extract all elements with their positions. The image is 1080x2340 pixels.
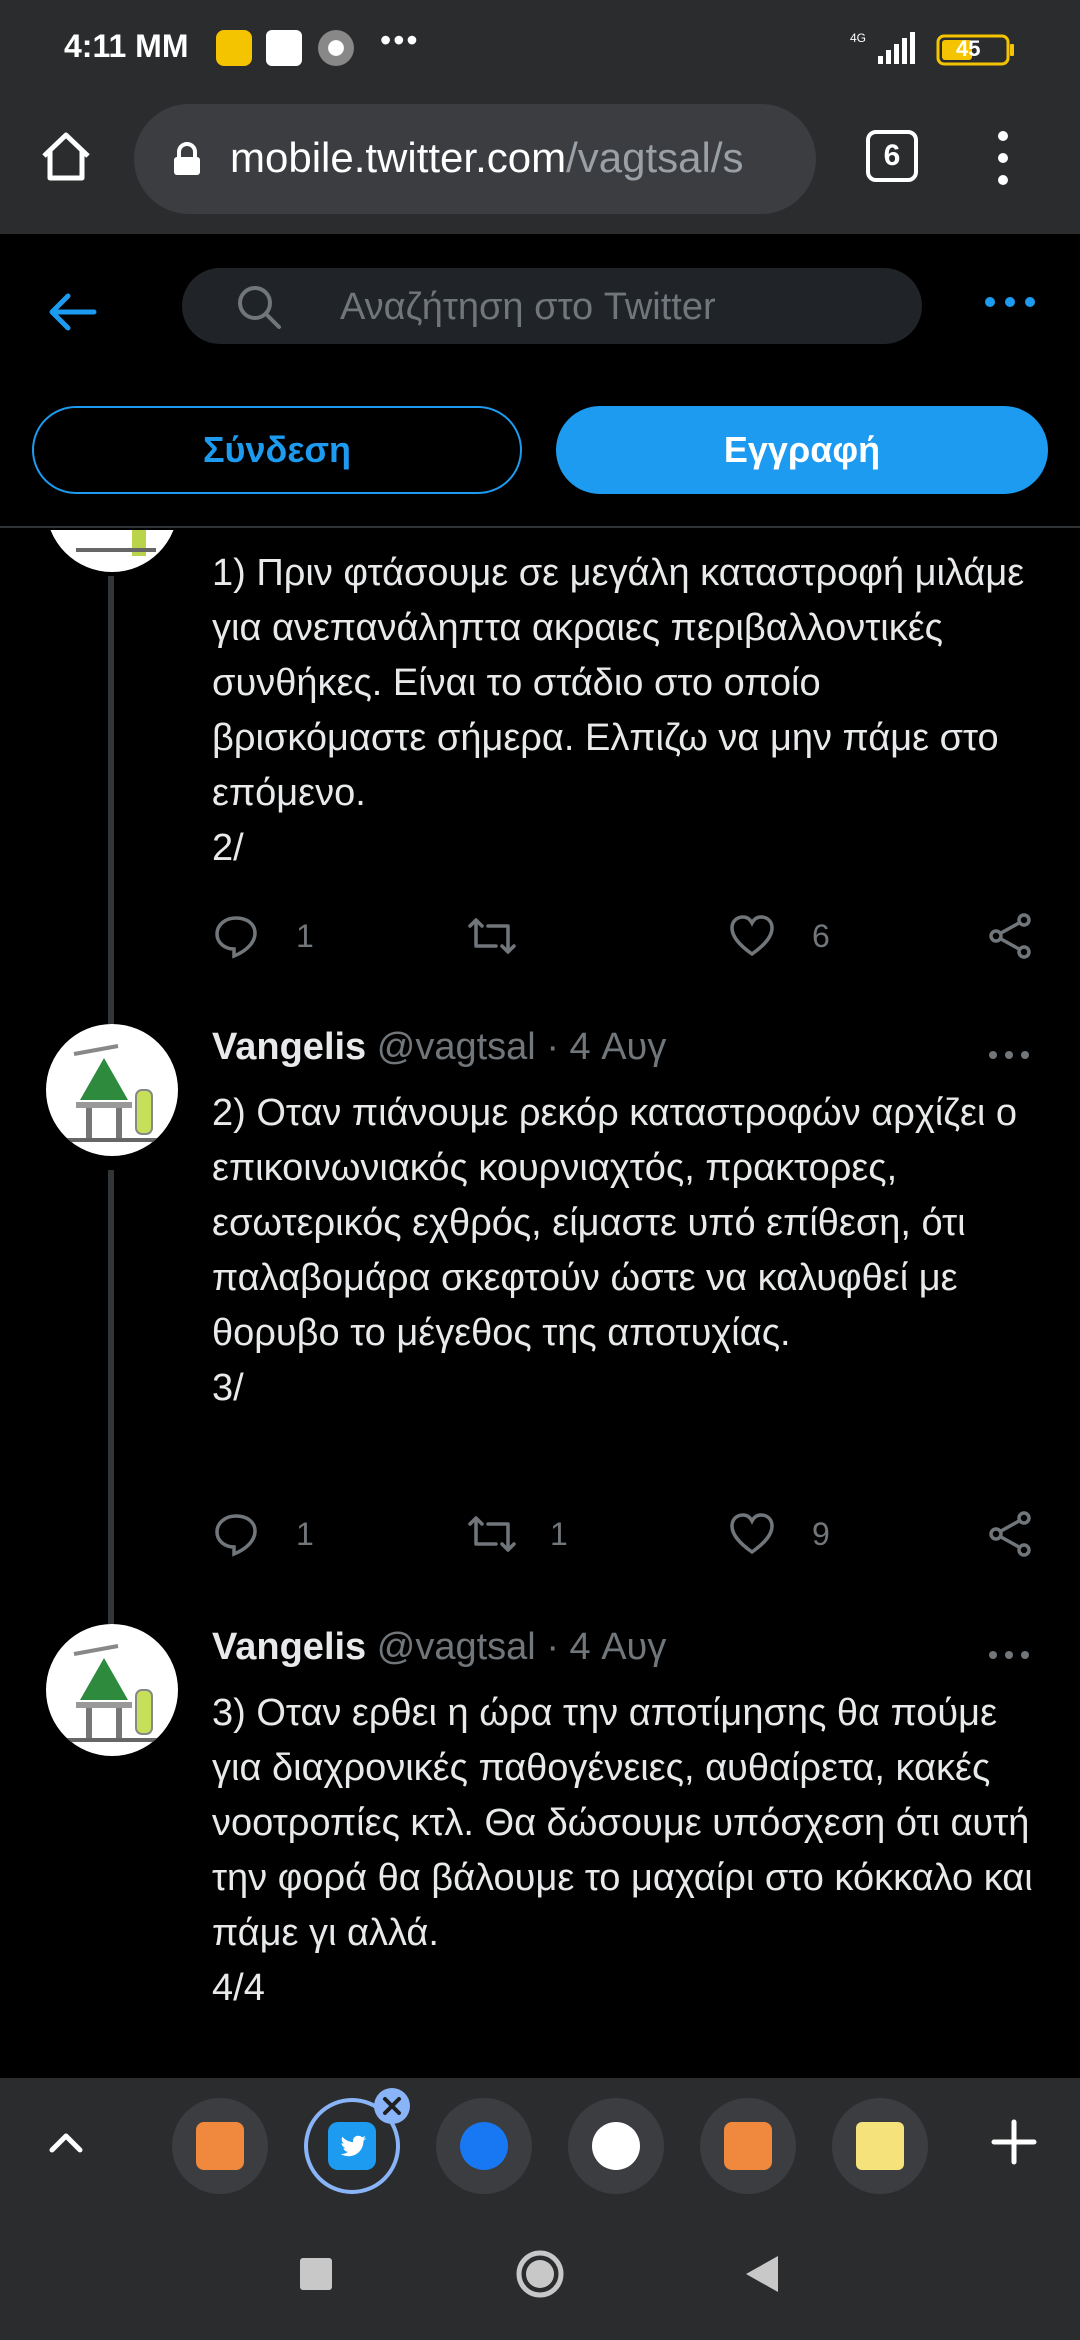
battery-icon: 45 bbox=[936, 34, 1016, 66]
new-tab-icon[interactable] bbox=[990, 2118, 1038, 2166]
search-input[interactable]: Αναζήτηση στο Twitter bbox=[182, 268, 922, 344]
tweet-more-icon[interactable] bbox=[988, 1650, 1030, 1660]
header-divider bbox=[0, 526, 1080, 528]
thread-connector bbox=[108, 576, 114, 1042]
reply-count: 1 bbox=[296, 918, 314, 954]
status-bar: 4:11 ΜΜ ••• 4G 45 bbox=[0, 0, 1080, 96]
facebook-icon bbox=[460, 2122, 508, 2170]
signup-button[interactable]: Εγγραφή bbox=[556, 406, 1048, 494]
tweet-more-icon[interactable] bbox=[988, 1050, 1030, 1060]
retweet-icon bbox=[468, 1516, 516, 1552]
tweet-date[interactable]: · 4 Αυγ bbox=[546, 1626, 666, 1668]
retweet-count: 1 bbox=[550, 1516, 568, 1552]
url-path: /vagtsal/s bbox=[566, 134, 744, 181]
share-button[interactable] bbox=[988, 1510, 1036, 1558]
wikipedia-icon bbox=[592, 2122, 640, 2170]
chevron-up-icon[interactable] bbox=[44, 2120, 88, 2164]
heart-icon bbox=[730, 915, 774, 957]
recents-button[interactable] bbox=[300, 2258, 332, 2290]
reply-button[interactable]: 1 bbox=[212, 912, 332, 960]
status-time: 4:11 ΜΜ bbox=[64, 28, 189, 64]
address-bar[interactable]: mobile.twitter.com/vagtsal/s bbox=[134, 104, 816, 214]
tweet-date[interactable]: · 4 Αυγ bbox=[546, 1026, 666, 1068]
tab-wikipedia[interactable] bbox=[568, 2098, 664, 2194]
lock-icon bbox=[174, 142, 200, 175]
home-icon[interactable] bbox=[36, 126, 96, 186]
share-button[interactable] bbox=[988, 912, 1036, 960]
retweet-button[interactable] bbox=[466, 912, 586, 960]
share-icon bbox=[989, 1511, 1031, 1557]
login-button[interactable]: Σύνδεση bbox=[32, 406, 522, 494]
twitter-icon bbox=[328, 2122, 376, 2170]
close-tab-icon[interactable] bbox=[372, 2086, 412, 2126]
system-nav-bar bbox=[0, 2210, 1080, 2340]
back-arrow-icon[interactable] bbox=[44, 284, 100, 340]
battery-level: 45 bbox=[956, 36, 981, 61]
home-nav-icon[interactable] bbox=[514, 2248, 566, 2300]
back-nav-icon[interactable] bbox=[744, 2254, 780, 2294]
twitter-header: Αναζήτηση στο Twitter Σύνδεση Εγγραφή bbox=[0, 234, 1080, 530]
reply-icon bbox=[215, 1514, 257, 1557]
browser-tab-strip bbox=[0, 2078, 1080, 2210]
retweet-button[interactable]: 1 bbox=[466, 1510, 586, 1558]
chrome-icon bbox=[318, 30, 354, 66]
retweet-icon bbox=[468, 918, 516, 954]
tab-ph[interactable] bbox=[172, 2098, 268, 2194]
share-icon bbox=[989, 913, 1031, 959]
heart-icon bbox=[730, 1513, 774, 1555]
tab-twitter-active[interactable] bbox=[304, 2088, 410, 2194]
tweet-thread[interactable]: 1) Πριν φτάσουμε σε μεγάλη καταστροφή μι… bbox=[0, 530, 1080, 2078]
more-options-icon[interactable] bbox=[982, 294, 1038, 310]
url-host: mobile.twitter.com bbox=[230, 134, 567, 181]
notification-app-icon bbox=[216, 30, 252, 66]
tweet-text: 1) Πριν φτάσουμε σε μεγάλη καταστροφή μι… bbox=[212, 552, 1025, 869]
tab-wikipedia[interactable] bbox=[832, 2098, 928, 2194]
like-button[interactable]: 9 bbox=[728, 1510, 848, 1558]
tab-ph[interactable] bbox=[700, 2098, 796, 2194]
reply-count: 1 bbox=[296, 1516, 314, 1552]
thread-connector bbox=[108, 1170, 114, 1642]
tweet-text: 3) Οταν ερθει η ώρα την αποτίμησης θα πο… bbox=[212, 1692, 1033, 2009]
tab-facebook[interactable] bbox=[436, 2098, 532, 2194]
author-handle[interactable]: @vagtsal bbox=[377, 1026, 536, 1068]
tab-switcher-button[interactable]: 6 bbox=[866, 130, 918, 182]
lab-flask-icon bbox=[76, 530, 156, 556]
tweet-header: Vangelis @vagtsal · 4 Αυγ bbox=[212, 1626, 666, 1669]
author-name[interactable]: Vangelis bbox=[212, 1626, 366, 1668]
ph-icon bbox=[196, 2122, 244, 2170]
avatar[interactable] bbox=[46, 1024, 178, 1156]
wikipedia-icon bbox=[856, 2122, 904, 2170]
avatar[interactable] bbox=[46, 1624, 178, 1756]
browser-toolbar: mobile.twitter.com/vagtsal/s 6 bbox=[0, 96, 1080, 234]
lab-flask-icon bbox=[66, 1644, 162, 1742]
like-count: 9 bbox=[812, 1516, 830, 1552]
tweet-header: Vangelis @vagtsal · 4 Αυγ bbox=[212, 1026, 666, 1069]
search-icon bbox=[238, 286, 281, 329]
reply-button[interactable]: 1 bbox=[212, 1510, 332, 1558]
author-name[interactable]: Vangelis bbox=[212, 1026, 366, 1068]
tweet-text: 2) Οταν πιάνουμε ρεκόρ καταστροφών αρχίζ… bbox=[212, 1092, 1018, 1409]
ph-icon bbox=[724, 2122, 772, 2170]
like-button[interactable]: 6 bbox=[728, 912, 848, 960]
url-text: mobile.twitter.com/vagtsal/s bbox=[230, 134, 800, 182]
signal-icon: 4G bbox=[850, 31, 915, 64]
reply-icon bbox=[215, 916, 257, 959]
like-count: 6 bbox=[812, 918, 830, 954]
network-type: 4G bbox=[850, 31, 866, 45]
qr-app-icon bbox=[266, 30, 302, 66]
search-placeholder: Αναζήτηση στο Twitter bbox=[340, 286, 716, 328]
browser-menu-icon[interactable] bbox=[988, 128, 1018, 188]
lab-flask-icon bbox=[66, 1044, 162, 1142]
more-notifications-icon: ••• bbox=[380, 22, 420, 58]
avatar[interactable] bbox=[46, 530, 178, 572]
author-handle[interactable]: @vagtsal bbox=[377, 1626, 536, 1668]
